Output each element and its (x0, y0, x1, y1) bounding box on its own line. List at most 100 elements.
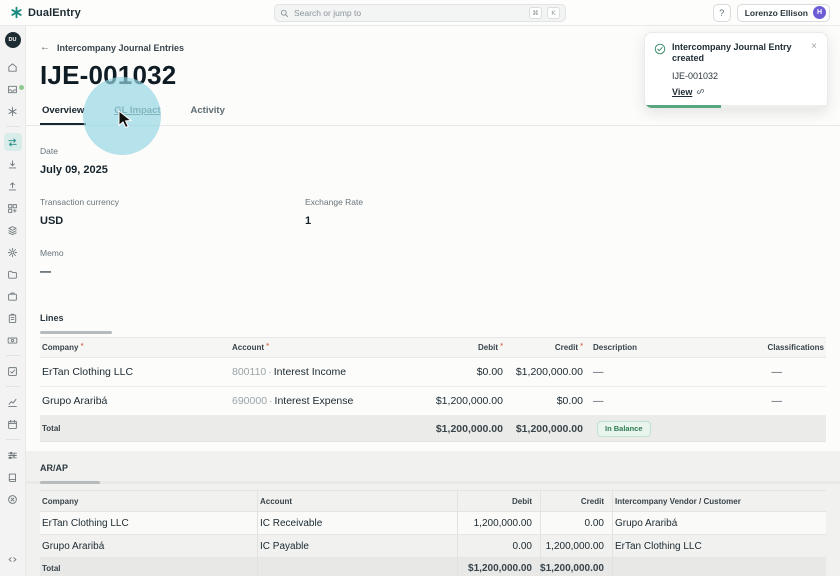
col-debit: Debit (457, 491, 540, 511)
gear-icon[interactable] (4, 243, 22, 261)
exchange-rate-value: 1 (305, 215, 363, 227)
tab-activity[interactable]: Activity (189, 101, 227, 125)
cell-company: ErTan Clothing LLC (40, 366, 230, 378)
lines-row[interactable]: Grupo Araribá 690000·Interest Expense $1… (40, 387, 826, 416)
cell-credit: 1,200,000.00 (540, 535, 612, 557)
required-marker: * (580, 343, 583, 350)
sidebar-divider (6, 439, 20, 440)
lines-scrollbar-thumb[interactable] (40, 331, 112, 334)
cell-company: ErTan Clothing LLC (40, 512, 257, 534)
total-label: Total (40, 558, 257, 576)
cell-classifications: — (721, 395, 826, 407)
grid-add-icon[interactable] (4, 199, 22, 217)
total-debit: $1,200,000.00 (420, 423, 505, 435)
brand-logo[interactable]: DualEntry (10, 6, 81, 19)
sparkle-icon[interactable] (4, 102, 22, 120)
arap-header-row: Company Account Debit Credit Intercompan… (40, 490, 826, 512)
kbd-k: K (547, 7, 560, 19)
arap-total-row: Total $1,200,000.00 $1,200,000.00 (40, 558, 826, 576)
toast-progress-track (645, 105, 827, 108)
col-debit: Debit * (420, 343, 505, 352)
toast-title: Intercompany Journal Entry created (672, 42, 804, 65)
col-account: Account (257, 491, 457, 511)
sidebar-divider (6, 126, 20, 127)
arap-scrollbar-thumb[interactable] (40, 481, 100, 484)
circle-x-icon[interactable] (4, 490, 22, 508)
close-icon[interactable]: × (810, 42, 818, 52)
cell-credit: $0.00 (505, 395, 585, 407)
cell-credit: $1,200,000.00 (505, 366, 585, 378)
upload-icon[interactable] (4, 177, 22, 195)
tab-gl-impact[interactable]: GL Impact (112, 101, 162, 125)
cell-debit: $1,200,000.00 (420, 395, 505, 407)
lines-table: Company * Account * Debit * Credit * Des… (40, 337, 826, 442)
global-search[interactable]: ⌘ K (274, 4, 566, 22)
col-credit: Credit (540, 491, 612, 511)
lines-total-row: Total $1,200,000.00 $1,200,000.00 In Bal… (40, 416, 826, 442)
col-vendor: Intercompany Vendor / Customer (612, 491, 826, 511)
memo-value: — (40, 266, 826, 278)
workspace-avatar[interactable]: DU (5, 32, 21, 48)
col-description: Description (585, 343, 721, 352)
book-icon[interactable] (4, 468, 22, 486)
code-icon[interactable] (4, 550, 22, 568)
swap-icon[interactable] (4, 133, 22, 151)
lines-section-label[interactable]: Lines (40, 313, 826, 323)
download-icon[interactable] (4, 155, 22, 173)
cell-vendor: Grupo Araribá (612, 512, 826, 534)
link-icon (696, 87, 705, 96)
dualentry-logo-icon (10, 6, 23, 19)
exchange-rate-label: Exchange Rate (305, 197, 363, 207)
view-link[interactable]: View (672, 87, 692, 97)
toast-notification: Intercompany Journal Entry created × IJE… (644, 32, 828, 109)
check-square-icon[interactable] (4, 362, 22, 380)
stack-icon[interactable] (4, 221, 22, 239)
arap-table: Company Account Debit Credit Intercompan… (40, 490, 826, 576)
clipboard-icon[interactable] (4, 309, 22, 327)
calendar-icon[interactable] (4, 415, 22, 433)
cell-credit: 0.00 (540, 512, 612, 534)
user-menu-button[interactable]: Lorenzo Ellison H (737, 4, 830, 22)
home-icon[interactable] (4, 58, 22, 76)
help-button[interactable]: ? (713, 4, 731, 22)
back-arrow-icon[interactable]: ← (40, 42, 50, 53)
arap-section-label[interactable]: AR/AP (40, 463, 826, 473)
cell-classifications: — (721, 366, 826, 378)
cell-account: IC Payable (257, 535, 457, 557)
arap-row[interactable]: ErTan Clothing LLC IC Receivable 1,200,0… (40, 512, 826, 535)
cell-vendor: ErTan Clothing LLC (612, 535, 826, 557)
in-balance-badge: In Balance (597, 421, 651, 437)
total-credit: $1,200,000.00 (505, 423, 585, 435)
tab-overview[interactable]: Overview (40, 101, 86, 125)
currency-value: USD (40, 215, 305, 227)
date-label: Date (40, 146, 826, 156)
sidebar-divider (6, 386, 20, 387)
cell-company: Grupo Araribá (40, 535, 257, 557)
required-marker: * (266, 343, 269, 350)
chart-icon[interactable] (4, 393, 22, 411)
lines-row[interactable]: ErTan Clothing LLC 800110·Interest Incom… (40, 358, 826, 387)
sidebar-divider (6, 355, 20, 356)
banknote-icon[interactable] (4, 331, 22, 349)
sliders-icon[interactable] (4, 446, 22, 464)
cell-account: IC Receivable (257, 512, 457, 534)
breadcrumb-label[interactable]: Intercompany Journal Entries (57, 43, 184, 53)
cell-debit: 1,200,000.00 (457, 512, 540, 534)
toast-progress-fill (645, 105, 721, 108)
inbox-icon[interactable] (4, 80, 22, 98)
cell-description: — (585, 366, 721, 378)
cell-debit: $0.00 (420, 366, 505, 378)
kbd-cmd: ⌘ (529, 7, 542, 19)
search-icon (280, 9, 289, 18)
date-value: July 09, 2025 (40, 164, 826, 176)
brand-name: DualEntry (28, 7, 81, 19)
sidebar: DU (0, 26, 26, 576)
col-company: Company * (40, 343, 230, 352)
folder-icon[interactable] (4, 265, 22, 283)
question-icon: ? (719, 8, 724, 18)
search-input[interactable] (294, 8, 524, 18)
arap-row[interactable]: Grupo Araribá IC Payable 0.00 1,200,000.… (40, 535, 826, 558)
archive-icon[interactable] (4, 287, 22, 305)
total-debit: $1,200,000.00 (457, 558, 540, 576)
memo-label: Memo (40, 248, 826, 258)
